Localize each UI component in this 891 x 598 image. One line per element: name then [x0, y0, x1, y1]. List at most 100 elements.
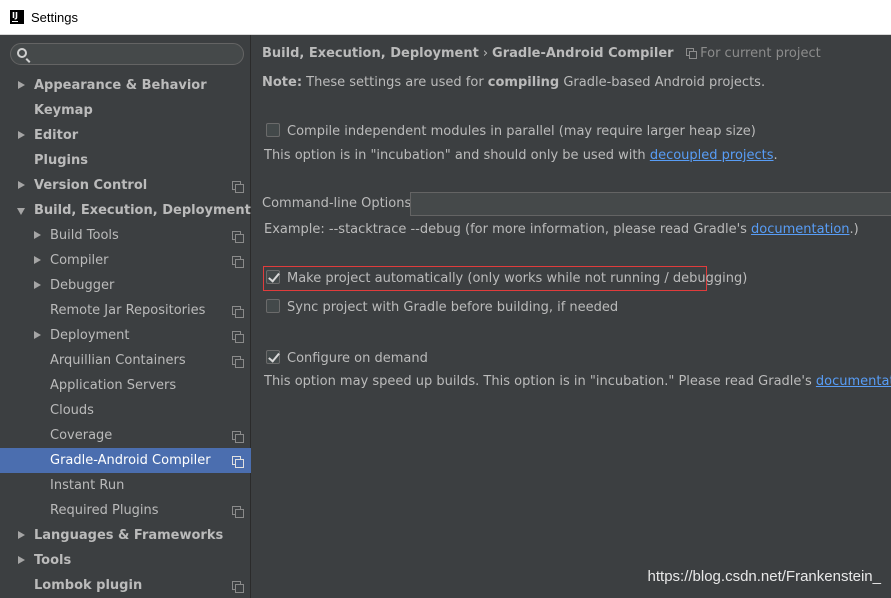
configure-option[interactable]: Configure on demand [266, 350, 428, 366]
search-icon [17, 48, 27, 58]
collapsed-arrow-icon[interactable] [17, 73, 27, 98]
sidebar-item-label: Build, Execution, Deployment [34, 203, 251, 218]
settings-tree: Appearance & Behavior Keymap Editor Plugins… [0, 73, 251, 598]
settings-sidebar: Appearance & Behavior Keymap Editor Plugins… [0, 35, 251, 598]
scope-label: For current project [700, 46, 821, 61]
sidebar-item-label: Gradle-Android Compiler [50, 453, 211, 468]
sync-checkbox[interactable] [266, 299, 280, 313]
sidebar-item-clouds[interactable]: Clouds [0, 398, 251, 423]
sidebar-item-label: Keymap [34, 103, 93, 118]
watermark: https://blog.csdn.net/Frankenstein_ [647, 568, 881, 585]
sidebar-item-label: Arquillian Containers [50, 353, 186, 368]
project-scope-icon [232, 506, 244, 518]
sync-label[interactable]: Sync project with Gradle before building… [287, 300, 618, 315]
collapsed-arrow-icon[interactable] [33, 273, 43, 298]
configure-documentation-link[interactable]: documentation [816, 374, 891, 389]
sidebar-item-label: Version Control [34, 178, 148, 193]
sidebar-item-build-tools[interactable]: Build Tools [0, 223, 251, 248]
command-line-input[interactable] [410, 192, 891, 216]
sidebar-item-keymap[interactable]: Keymap [0, 98, 251, 123]
sidebar-item-label: Coverage [50, 428, 113, 443]
sidebar-item-label: Languages & Frameworks [34, 528, 224, 543]
project-scope-icon [232, 431, 244, 443]
sidebar-item-coverage[interactable]: Coverage [0, 423, 251, 448]
sidebar-item-remote-jar-repositories[interactable]: Remote Jar Repositories [0, 298, 251, 323]
sidebar-item-label: Editor [34, 128, 79, 143]
breadcrumb-current: Gradle-Android Compiler [492, 46, 674, 61]
parallel-label[interactable]: Compile independent modules in parallel … [287, 124, 756, 139]
sidebar-item-instant-run[interactable]: Instant Run [0, 473, 251, 498]
parallel-option[interactable]: Compile independent modules in parallel … [266, 123, 756, 139]
collapsed-arrow-icon[interactable] [33, 223, 43, 248]
configure-checkbox[interactable] [266, 350, 280, 364]
window-title: Settings [31, 9, 78, 25]
project-scope-icon [232, 181, 244, 193]
decoupled-projects-link[interactable]: decoupled projects [650, 148, 774, 163]
make-auto-checkbox[interactable] [266, 270, 280, 284]
expanded-arrow-icon[interactable] [17, 198, 27, 223]
sidebar-item-label: Instant Run [50, 478, 125, 493]
sidebar-item-plugins[interactable]: Plugins [0, 148, 251, 173]
sidebar-item-label: Compiler [50, 253, 109, 268]
sidebar-item-deployment[interactable]: Deployment [0, 323, 251, 348]
make-auto-label[interactable]: Make project automatically (only works w… [287, 271, 747, 286]
command-line-example: Example: --stacktrace --debug (for more … [264, 222, 859, 237]
sidebar-item-label: Lombok plugin [34, 578, 143, 593]
project-scope-icon [232, 581, 244, 593]
parallel-help: This option is in "incubation" and shoul… [264, 148, 778, 163]
project-scope-icon [686, 48, 698, 59]
sidebar-item-label: Clouds [50, 403, 94, 418]
sidebar-item-debugger[interactable]: Debugger [0, 273, 251, 298]
project-scope-icon [232, 256, 244, 268]
sidebar-item-label: Build Tools [50, 228, 119, 243]
sidebar-item-label: Remote Jar Repositories [50, 303, 206, 318]
sidebar-item-tools[interactable]: Tools [0, 548, 251, 573]
note-text: Note: These settings are used for compil… [262, 75, 766, 90]
collapsed-arrow-icon[interactable] [17, 123, 27, 148]
collapsed-arrow-icon[interactable] [33, 248, 43, 273]
sidebar-item-label: Debugger [50, 278, 115, 293]
configure-label[interactable]: Configure on demand [287, 351, 428, 366]
project-scope-icon [232, 306, 244, 318]
sidebar-item-compiler[interactable]: Compiler [0, 248, 251, 273]
sidebar-item-languages-frameworks[interactable]: Languages & Frameworks [0, 523, 251, 548]
sidebar-item-appearance-behavior[interactable]: Appearance & Behavior [0, 73, 251, 98]
sidebar-item-label: Required Plugins [50, 503, 159, 518]
gradle-documentation-link[interactable]: documentation [751, 222, 849, 237]
project-scope-icon [232, 231, 244, 243]
collapsed-arrow-icon[interactable] [17, 548, 27, 573]
breadcrumb: Build, Execution, Deployment › Gradle-Andr… [262, 46, 821, 61]
sync-option[interactable]: Sync project with Gradle before building… [266, 299, 618, 315]
breadcrumb-parent[interactable]: Build, Execution, Deployment [262, 46, 479, 61]
sidebar-item-version-control[interactable]: Version Control [0, 173, 251, 198]
make-auto-option[interactable]: Make project automatically (only works w… [266, 270, 747, 286]
intellij-app-icon: IJ [10, 10, 24, 24]
collapsed-arrow-icon[interactable] [17, 523, 27, 548]
configure-help: This option may speed up builds. This op… [264, 374, 891, 389]
sidebar-item-arquillian-containers[interactable]: Arquillian Containers [0, 348, 251, 373]
project-scope-icon [232, 356, 244, 368]
project-scope-icon [232, 456, 244, 468]
sidebar-item-label: Appearance & Behavior [34, 78, 207, 93]
settings-content: Build, Execution, Deployment › Gradle-Andr… [252, 35, 891, 598]
sidebar-item-editor[interactable]: Editor [0, 123, 251, 148]
collapsed-arrow-icon[interactable] [17, 173, 27, 198]
note-prefix: Note: [262, 75, 303, 90]
sidebar-item-application-servers[interactable]: Application Servers [0, 373, 251, 398]
sidebar-item-label: Deployment [50, 328, 130, 343]
project-scope-icon [232, 331, 244, 343]
sidebar-item-label: Tools [34, 553, 72, 568]
sidebar-item-gradle-android-compiler[interactable]: Gradle-Android Compiler [0, 448, 251, 473]
breadcrumb-separator: › [482, 46, 489, 61]
settings-search-input[interactable] [10, 43, 244, 65]
scope-indicator: For current project [686, 46, 821, 61]
collapsed-arrow-icon[interactable] [33, 323, 43, 348]
sidebar-item-label: Plugins [34, 153, 88, 168]
sidebar-item-required-plugins[interactable]: Required Plugins [0, 498, 251, 523]
sidebar-item-label: Application Servers [50, 378, 177, 393]
parallel-checkbox[interactable] [266, 123, 280, 137]
title-bar: IJ Settings [0, 0, 891, 35]
sidebar-item-build-execution-deployment[interactable]: Build, Execution, Deployment [0, 198, 251, 223]
command-line-label: Command-line Options: [262, 196, 416, 211]
sidebar-item-lombok-plugin[interactable]: Lombok plugin [0, 573, 251, 598]
